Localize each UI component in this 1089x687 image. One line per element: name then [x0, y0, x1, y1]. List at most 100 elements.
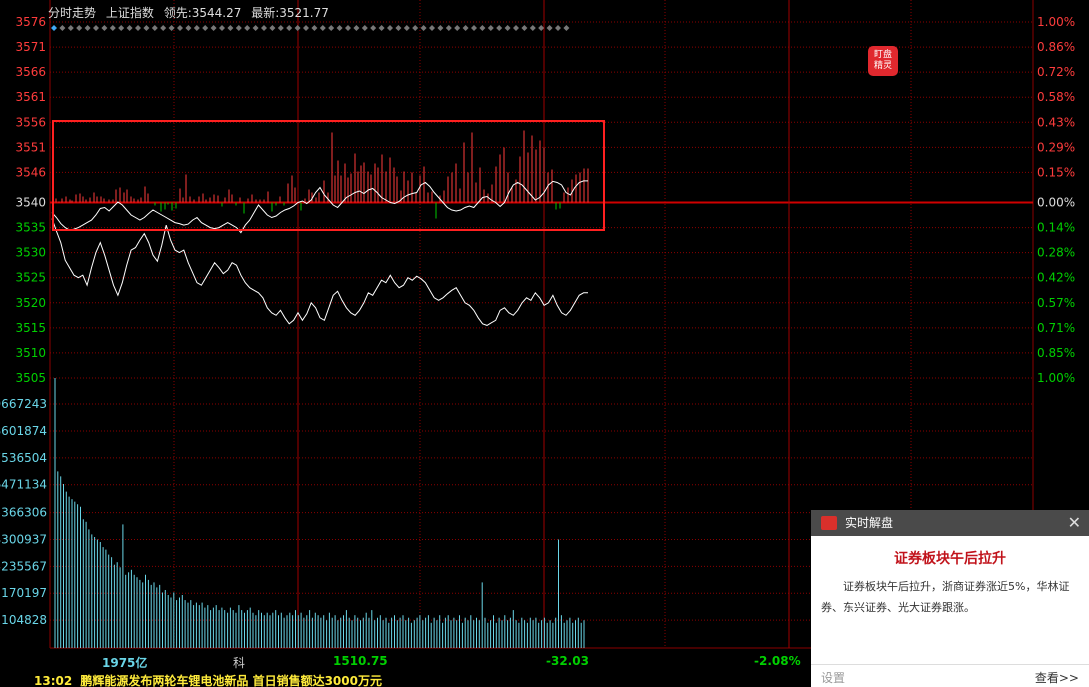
price-tick-label: 3505	[15, 371, 46, 385]
chart-title: 分时走势	[48, 6, 97, 20]
pct-tick-label: 0.28%	[1037, 246, 1075, 260]
price-tick-label: 3510	[15, 346, 46, 360]
price-tick-label: 3525	[15, 271, 46, 285]
panel-header: 实时解盘 ✕	[811, 510, 1089, 536]
event-marker	[118, 25, 125, 31]
event-marker	[345, 25, 351, 31]
bottom-stats-bar: 1975亿 科 1510.75 -32.03 -2.08%	[0, 652, 811, 670]
event-marker	[160, 25, 167, 31]
settings-link[interactable]: 设置	[821, 669, 845, 686]
event-marker	[51, 25, 57, 31]
price-tick-label: 3535	[15, 221, 46, 235]
event-marker	[269, 25, 276, 31]
price-tick-label: 3551	[15, 140, 46, 154]
news-ticker[interactable]: 13:02 鹏辉能源发布两轮车锂电池新品 首日销售额达3000万元	[0, 672, 811, 687]
pct-tick-label: 0.86%	[1037, 40, 1075, 54]
event-marker	[420, 25, 427, 31]
event-marker	[193, 25, 200, 31]
event-marker	[303, 25, 309, 31]
event-marker	[353, 25, 360, 31]
panel-title: 实时解盘	[845, 516, 894, 530]
event-marker	[151, 25, 158, 31]
event-marker	[135, 25, 141, 31]
event-marker	[210, 25, 217, 31]
price-tick-label: 3561	[15, 90, 46, 104]
news-text[interactable]: 鹏辉能源发布两轮车锂电池新品 首日销售额达3000万元	[80, 674, 382, 687]
event-marker	[521, 25, 528, 31]
pct-tick-label: 0.85%	[1037, 346, 1075, 360]
event-marker	[126, 25, 133, 31]
volume-tick-label: 6471134	[0, 478, 47, 492]
event-marker	[370, 25, 377, 31]
panel-headline[interactable]: 证券板块午后拉升	[811, 548, 1089, 568]
pct-tick-label: 0.42%	[1037, 271, 1075, 285]
pct-tick-label: 1.00%	[1037, 15, 1075, 29]
event-marker	[202, 25, 209, 31]
event-marker	[336, 25, 343, 31]
more-link[interactable]: 查看>>	[1035, 669, 1079, 686]
event-marker	[445, 25, 452, 31]
pct-tick-label: 0.14%	[1037, 221, 1075, 235]
event-marker	[471, 25, 477, 31]
event-marker	[563, 25, 570, 31]
panel-footer: 设置 查看>>	[811, 664, 1089, 687]
price-tick-label: 3546	[15, 165, 46, 179]
event-marker	[76, 25, 83, 31]
turnover-amount: 1975亿	[102, 656, 148, 670]
latest-label: 最新:	[251, 6, 280, 20]
event-marker	[185, 25, 192, 31]
event-marker	[319, 25, 326, 31]
chart-header: 分时走势 上证指数 领先:3544.27 最新:3521.77	[48, 4, 335, 21]
event-marker	[227, 25, 234, 31]
event-marker	[479, 25, 486, 31]
close-icon[interactable]: ✕	[1068, 510, 1081, 536]
pct-tick-label: 0.57%	[1037, 296, 1075, 310]
volume-tick-label: 3235567	[0, 559, 47, 573]
event-marker	[529, 25, 536, 31]
event-marker	[412, 25, 419, 31]
event-marker	[454, 25, 461, 31]
event-marker	[487, 25, 494, 31]
event-marker	[387, 25, 393, 31]
pct-tick-label: 0.72%	[1037, 65, 1075, 79]
event-marker	[252, 25, 259, 31]
price-tick-label: 3556	[15, 115, 46, 129]
event-marker	[395, 25, 402, 31]
news-time: 13:02	[34, 674, 73, 687]
event-marker	[59, 25, 66, 31]
panel-logo-icon	[821, 516, 837, 530]
kechuang-change: -32.03	[546, 654, 589, 668]
volume-tick-label: 7536504	[0, 451, 47, 465]
volume-tick-label: 1104828	[0, 613, 47, 627]
price-tick-label: 3530	[15, 246, 46, 260]
event-marker	[361, 25, 368, 31]
price-tick-label: 3571	[15, 40, 46, 54]
index-name[interactable]: 上证指数	[106, 6, 154, 20]
price-tick-label: 3520	[15, 296, 46, 310]
event-marker	[462, 25, 469, 31]
pct-tick-label: 1.00%	[1037, 371, 1075, 385]
lead-label: 领先:	[163, 6, 192, 20]
event-marker	[244, 25, 251, 31]
event-marker	[84, 25, 91, 31]
event-marker	[101, 25, 108, 31]
event-marker	[555, 25, 561, 31]
event-marker	[67, 25, 74, 31]
volume-tick-label: 9667243	[0, 397, 47, 411]
event-marker	[286, 25, 293, 31]
latest-value: 3521.77	[279, 6, 329, 20]
event-marker	[504, 25, 511, 31]
kechuang-label: 科	[233, 656, 246, 670]
price-tick-label: 3515	[15, 321, 46, 335]
watch-assistant-badge[interactable]: 盯盘 精灵	[868, 46, 898, 76]
volume-tick-label: 2170197	[0, 586, 47, 600]
event-marker	[177, 25, 183, 31]
right-pct-change: -2.08%	[754, 654, 801, 668]
pct-tick-label: 0.58%	[1037, 90, 1075, 104]
pct-tick-label: 0.15%	[1037, 165, 1075, 179]
price-tick-label: 3566	[15, 65, 46, 79]
event-marker	[93, 25, 99, 31]
price-line	[51, 218, 588, 326]
price-tick-label: 3540	[15, 196, 46, 210]
event-marker	[328, 25, 335, 31]
